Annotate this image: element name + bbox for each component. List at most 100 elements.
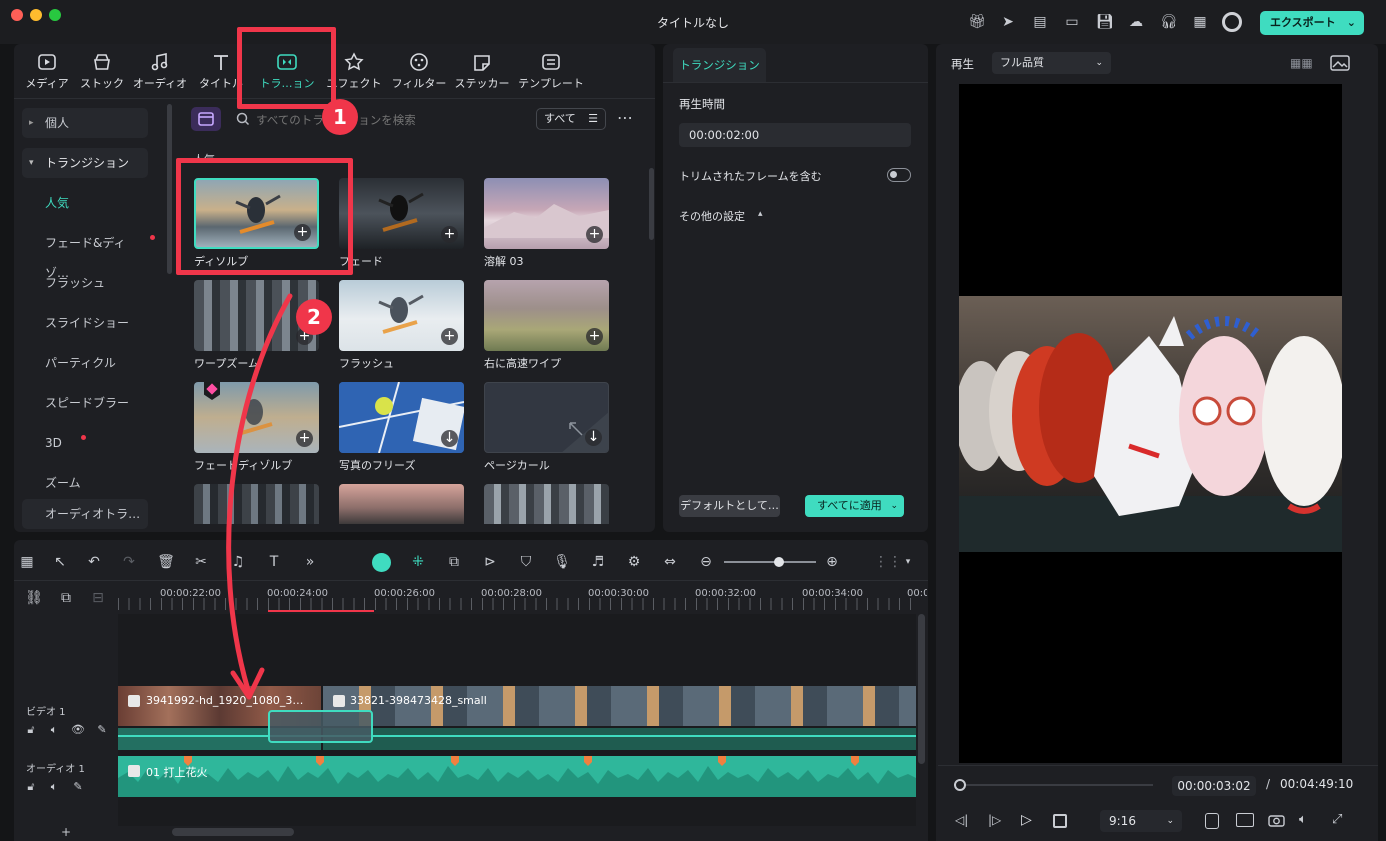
auto-reframe-icon[interactable]: ⧉ — [445, 553, 463, 571]
microphone-icon[interactable]: 🎙︎ — [553, 553, 571, 571]
zoom-out-icon[interactable]: ⊖ — [697, 553, 715, 571]
add-icon[interactable]: + — [586, 328, 603, 345]
snap-icon[interactable]: ⁜ — [409, 553, 427, 571]
lock-icon[interactable]: 🔓︎ — [22, 778, 40, 796]
tab-audio[interactable]: オーディオ — [129, 50, 191, 94]
search-input[interactable] — [256, 110, 526, 130]
speed-icon[interactable]: ⊳ — [481, 553, 499, 571]
send-icon[interactable]: ➤ — [1000, 14, 1016, 30]
add-icon[interactable]: + — [586, 226, 603, 243]
apply-to-all-button[interactable]: すべてに適用 ⌄ — [805, 495, 904, 517]
scissors-icon[interactable]: ✂ — [192, 553, 210, 571]
cloud-upload-icon[interactable]: ☁ — [1128, 14, 1144, 30]
more-tools-icon[interactable]: » — [301, 553, 319, 571]
aspect-ratio-select[interactable]: 9:16 ⌄ — [1100, 810, 1182, 832]
sidebar-item-particle[interactable]: パーティクル — [22, 348, 148, 378]
play-icon[interactable]: ▷ — [1021, 812, 1037, 828]
tab-media[interactable]: メディア — [16, 50, 78, 94]
timeline-vertical-scrollbar[interactable] — [918, 614, 925, 764]
previous-frame-icon[interactable]: ◁| — [955, 813, 973, 829]
redo-icon[interactable]: ↷ — [120, 553, 138, 571]
set-as-default-button[interactable]: デフォルトとして… — [679, 495, 780, 517]
save-icon[interactable]: 💾︎ — [1096, 14, 1114, 30]
other-settings-label[interactable]: その他の設定 — [679, 208, 745, 224]
sidebar-item-fade-dissolve[interactable]: フェード&ディゾ… — [22, 228, 148, 280]
add-icon[interactable]: + — [441, 328, 458, 345]
effects-toggle-icon[interactable]: ✎ — [93, 721, 111, 739]
volume-icon[interactable]: 🔈︎ — [1299, 812, 1317, 828]
task-icon[interactable]: ▤ — [1032, 14, 1048, 30]
sidebar-item-popular[interactable]: 人気 — [22, 188, 148, 218]
ai-assistant-icon[interactable] — [372, 553, 391, 572]
effects-toggle-icon[interactable]: ✎ — [69, 778, 87, 796]
select-arrow-icon[interactable]: ↖ — [51, 553, 69, 571]
timeline-horizontal-scrollbar[interactable] — [172, 828, 294, 836]
zoom-in-icon[interactable]: ⊕ — [823, 553, 841, 571]
download-icon[interactable]: ↓ — [585, 429, 602, 446]
quality-select[interactable]: フル品質 ⌄ — [992, 52, 1111, 74]
preview-canvas[interactable] — [959, 84, 1342, 763]
sidebar-item-flash[interactable]: フラッシュ — [22, 268, 148, 298]
timeline-ruler[interactable] — [118, 598, 916, 610]
add-icon[interactable]: + — [441, 226, 458, 243]
eye-icon[interactable]: 👁︎ — [69, 721, 87, 739]
text-edit-icon[interactable]: T — [265, 553, 283, 571]
sidebar-item-zoom[interactable]: ズーム — [22, 468, 148, 498]
undo-icon[interactable]: ↶ — [85, 553, 103, 571]
avatar[interactable] — [1222, 12, 1242, 32]
transition-thumb-page-curl[interactable]: ↓ — [484, 382, 609, 453]
fit-timeline-icon[interactable]: ⇔ — [661, 553, 679, 571]
grid-icon[interactable]: ▦ — [1192, 14, 1208, 30]
zoom-slider[interactable] — [724, 561, 816, 563]
chevron-down-icon[interactable]: ▾ — [899, 553, 917, 571]
track-height-icon[interactable]: ⋮⋮ — [874, 553, 902, 571]
display-icon[interactable] — [1236, 813, 1254, 827]
store-icon[interactable] — [191, 107, 221, 131]
sidebar-item-speed-blur[interactable]: スピードブラー — [22, 388, 148, 418]
image-icon[interactable] — [1330, 55, 1350, 71]
grid-scrollbar[interactable] — [649, 168, 654, 240]
music-list-icon[interactable]: ♬ — [589, 553, 607, 571]
tab-transition-properties[interactable]: トランジション — [673, 48, 766, 82]
transition-thumb-photo-freeze[interactable]: ↓ — [339, 382, 464, 453]
playback-scrubber[interactable] — [959, 784, 1153, 786]
layout-grid-icon[interactable]: ▦ — [18, 553, 36, 571]
add-icon[interactable]: + — [296, 430, 313, 447]
trim-frames-toggle[interactable] — [887, 168, 911, 182]
link-icon[interactable]: ⛓ — [25, 589, 43, 607]
transition-thumb-fast-wipe-right[interactable]: + — [484, 280, 609, 351]
link-clip-icon[interactable]: ⧉ — [57, 589, 75, 607]
render-preview-icon[interactable] — [1205, 813, 1219, 829]
sidebar-item-slideshow[interactable]: スライドショー — [22, 308, 148, 338]
sidebar-item-audio-transition[interactable]: オーディオトラ… — [22, 499, 148, 529]
add-track-button[interactable]: + — [61, 825, 71, 839]
transition-clip[interactable] — [268, 710, 373, 743]
gift-icon[interactable]: 🎁︎ — [968, 14, 986, 30]
marker-icon[interactable]: ⛉ — [517, 553, 535, 571]
zoom-slider-handle[interactable] — [774, 557, 784, 567]
group-icon[interactable]: ⊟ — [89, 589, 107, 607]
tab-template[interactable]: テンプレート — [517, 50, 585, 94]
audio-edit-icon[interactable]: ♫ — [229, 553, 247, 571]
volume-icon[interactable]: 🔈︎ — [45, 721, 63, 739]
clip-settings-icon[interactable]: ⚙ — [625, 553, 643, 571]
sidebar-scrollbar[interactable] — [167, 104, 172, 274]
fullscreen-icon[interactable]: ⤢ — [1332, 812, 1348, 828]
duration-input[interactable]: 00:00:02:00 — [679, 123, 911, 147]
layout-icon[interactable]: ▭ — [1064, 14, 1080, 30]
headset-icon[interactable]: 🎧︎ — [1160, 14, 1178, 30]
delete-icon[interactable]: 🗑︎ — [157, 553, 175, 571]
transition-thumb-flash[interactable]: + — [339, 280, 464, 351]
transition-thumb-partial[interactable] — [339, 484, 464, 524]
volume-icon[interactable]: 🔈︎ — [45, 778, 63, 796]
download-icon[interactable]: ↓ — [441, 430, 458, 447]
tab-stock[interactable]: ストック — [71, 50, 133, 94]
current-time[interactable]: 00:00:03:02 — [1172, 776, 1256, 796]
caret-up-icon[interactable]: ▴ — [758, 209, 763, 219]
transition-thumb-fade[interactable]: + — [339, 178, 464, 249]
stop-icon[interactable] — [1053, 814, 1067, 828]
transition-thumb-partial[interactable] — [194, 484, 319, 524]
sidebar-item-transitions[interactable]: ▾ トランジション — [22, 148, 148, 178]
transition-thumb-fade-dissolve[interactable]: + — [194, 382, 319, 453]
transition-thumb-partial[interactable] — [484, 484, 609, 524]
